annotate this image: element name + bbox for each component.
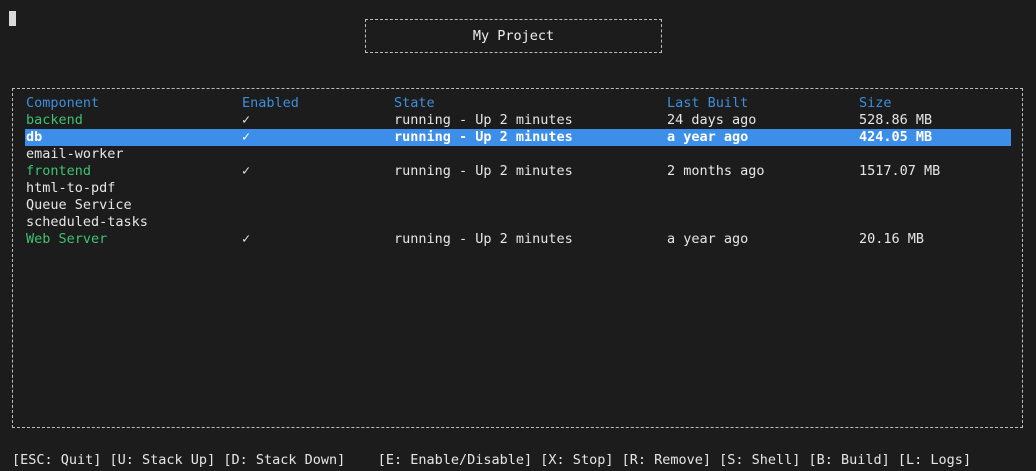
table-row[interactable]: html-to-pdf bbox=[25, 180, 1011, 197]
component-name: frontend bbox=[26, 163, 92, 179]
component-last-built: 2 months ago bbox=[667, 163, 765, 179]
component-name: backend bbox=[26, 112, 83, 128]
component-state: running - Up 2 minutes bbox=[394, 112, 573, 128]
enabled-check: ✓ bbox=[242, 231, 251, 247]
enabled-check: ✓ bbox=[242, 163, 251, 179]
component-size: 1517.07 MB bbox=[859, 163, 941, 179]
component-state: running - Up 2 minutes bbox=[394, 129, 573, 145]
component-name: Queue Service bbox=[26, 197, 132, 213]
component-last-built: a year ago bbox=[667, 129, 749, 145]
table-row[interactable]: db ✓ running - Up 2 minutes a year ago 4… bbox=[25, 129, 1011, 146]
project-title-box: My Project bbox=[365, 19, 662, 53]
table-row[interactable]: scheduled-tasks bbox=[25, 214, 1011, 231]
component-size: 20.16 MB bbox=[859, 231, 925, 247]
header-state: State bbox=[394, 95, 435, 111]
component-name: scheduled-tasks bbox=[26, 214, 148, 230]
components-panel: Component Enabled State Last Built Size … bbox=[12, 88, 1023, 428]
header-enabled: Enabled bbox=[242, 95, 299, 111]
table-row[interactable]: email-worker bbox=[25, 146, 1011, 163]
table-header: Component Enabled State Last Built Size bbox=[25, 95, 1011, 112]
project-title: My Project bbox=[472, 28, 555, 44]
component-name: html-to-pdf bbox=[26, 180, 116, 196]
header-last-built: Last Built bbox=[667, 95, 749, 111]
enabled-check: ✓ bbox=[242, 129, 251, 145]
table-row[interactable]: backend ✓ running - Up 2 minutes 24 days… bbox=[25, 112, 1011, 129]
component-size: 528.86 MB bbox=[859, 112, 933, 128]
enabled-check: ✓ bbox=[242, 112, 251, 128]
header-component: Component bbox=[26, 95, 100, 111]
table-row[interactable]: frontend ✓ running - Up 2 minutes 2 mont… bbox=[25, 163, 1011, 180]
terminal-cursor bbox=[9, 11, 16, 26]
table-row[interactable]: Queue Service bbox=[25, 197, 1011, 214]
component-last-built: 24 days ago bbox=[667, 112, 757, 128]
component-last-built: a year ago bbox=[667, 231, 749, 247]
keybindings-bar: [ESC: Quit] [U: Stack Up] [D: Stack Down… bbox=[12, 452, 972, 468]
table-row[interactable]: Web Server ✓ running - Up 2 minutes a ye… bbox=[25, 231, 1011, 248]
component-state: running - Up 2 minutes bbox=[394, 231, 573, 247]
component-size: 424.05 MB bbox=[859, 129, 933, 145]
component-name: email-worker bbox=[26, 146, 124, 162]
component-state: running - Up 2 minutes bbox=[394, 163, 573, 179]
header-size: Size bbox=[859, 95, 892, 111]
component-name: Web Server bbox=[26, 231, 108, 247]
component-name: db bbox=[26, 129, 43, 145]
